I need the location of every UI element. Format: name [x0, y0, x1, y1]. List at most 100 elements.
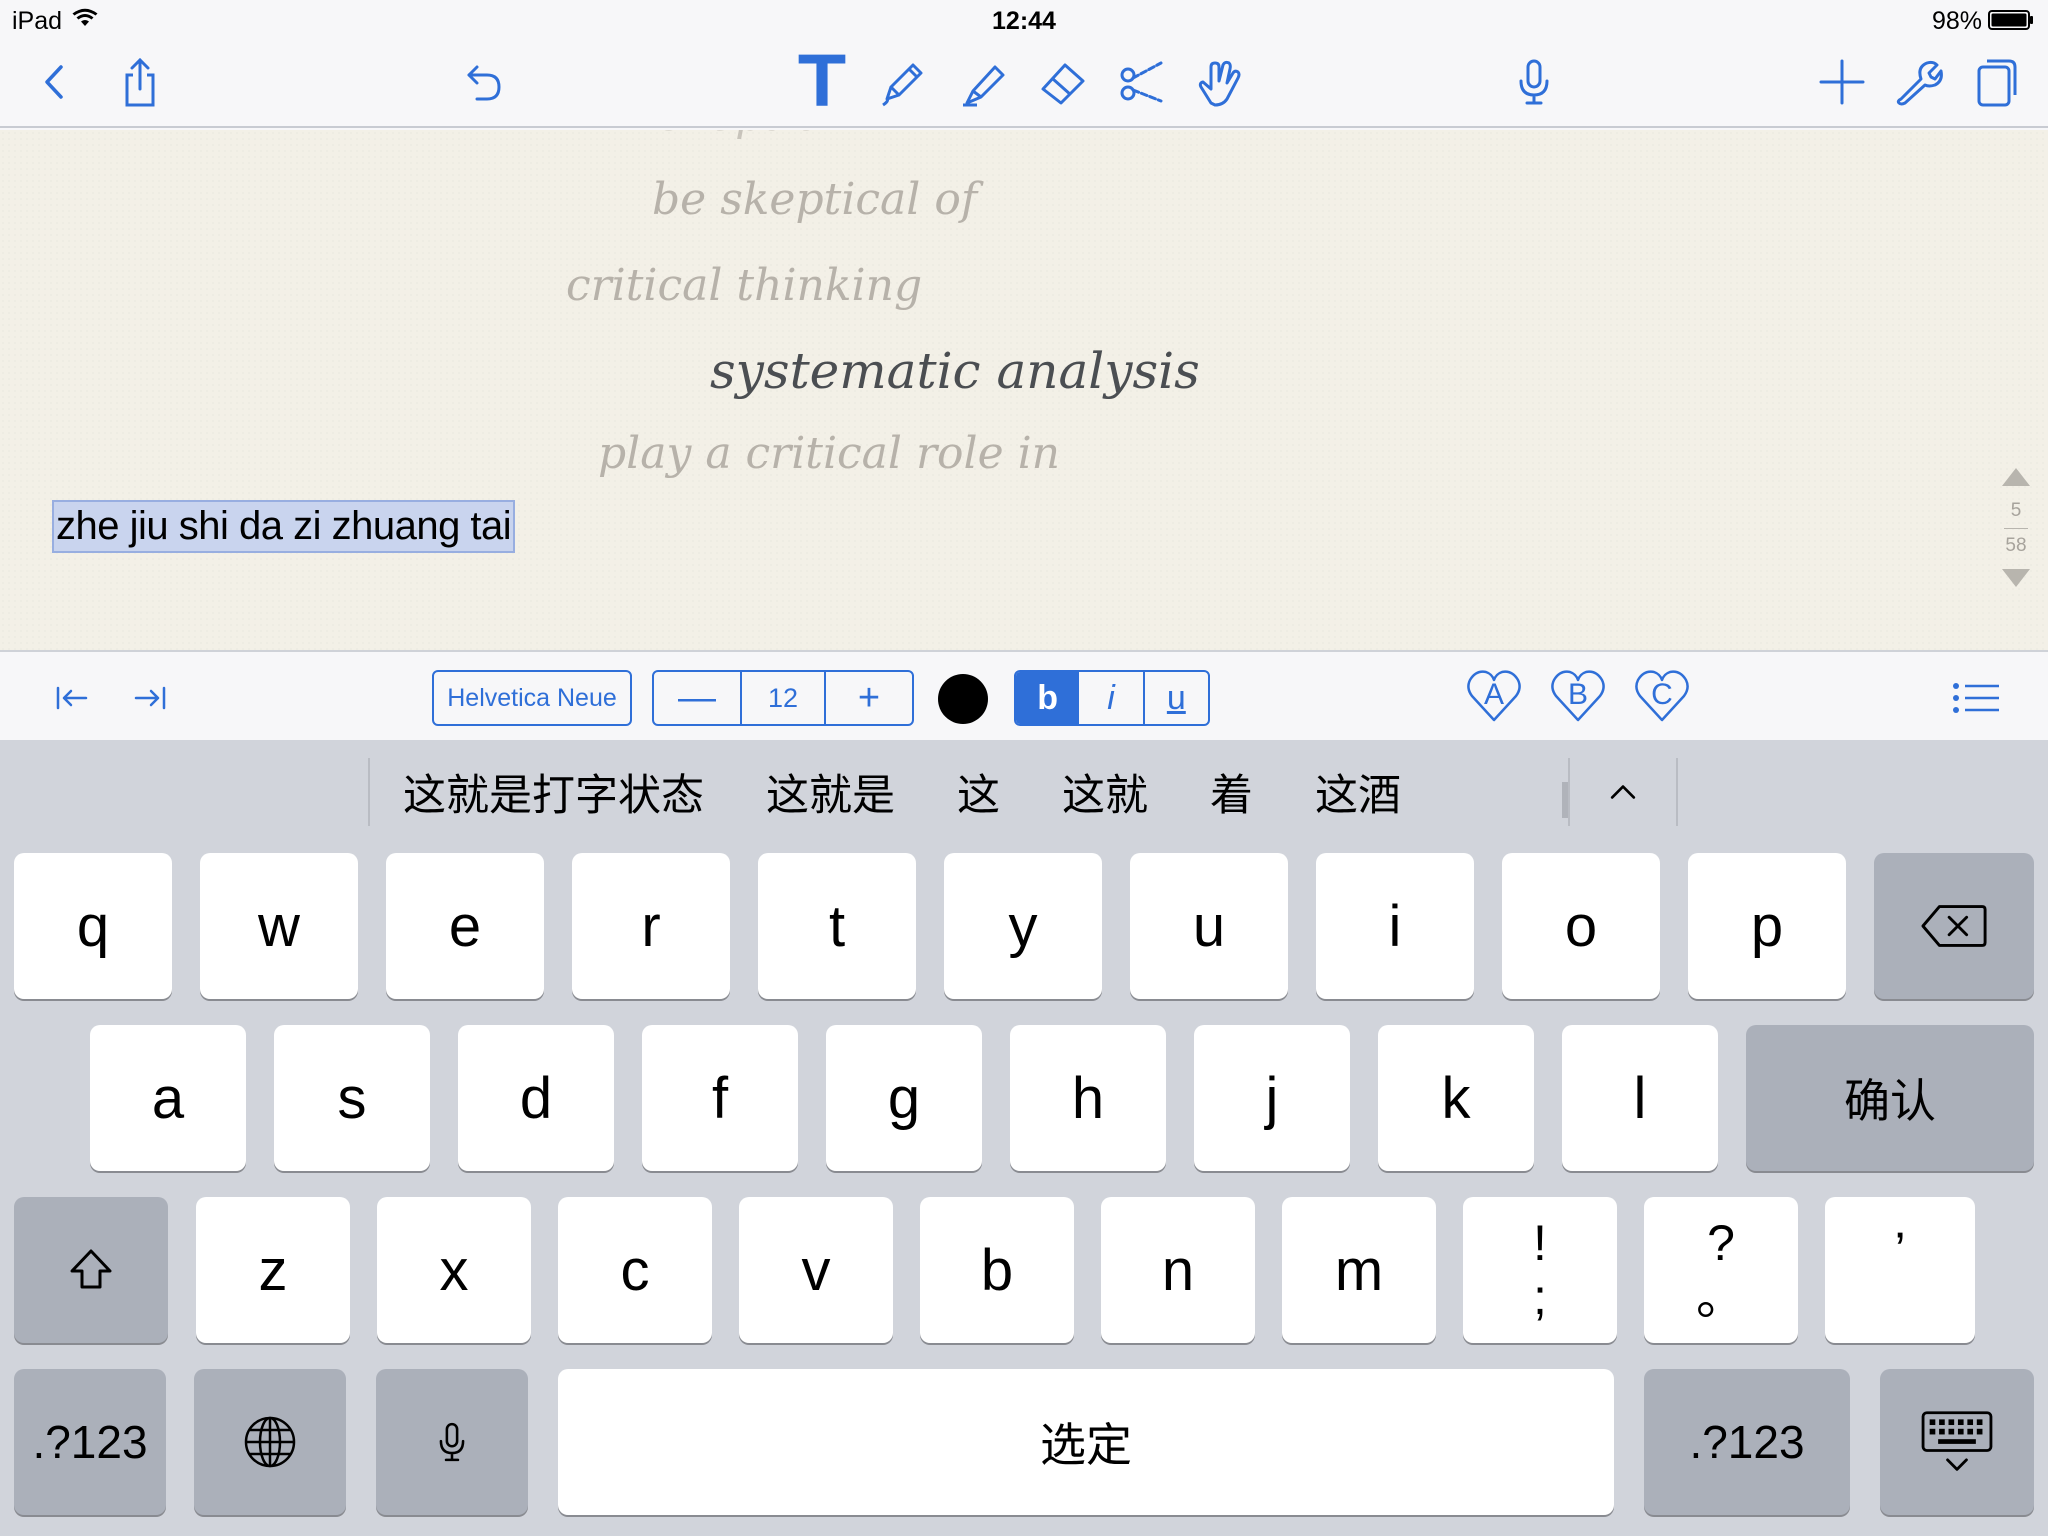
chevron-up-icon — [1610, 785, 1636, 799]
pen-icon[interactable] — [872, 52, 932, 112]
key-exclaim-semicolon[interactable]: ! ; — [1463, 1197, 1617, 1343]
key-h[interactable]: h — [1010, 1025, 1166, 1171]
space-key[interactable]: 选定 — [558, 1369, 1614, 1515]
font-size-stepper: — 12 + — [652, 670, 914, 726]
candidate-bar: 这就是打字状态 这就是 这 这就 着 这酒 — [0, 740, 2048, 844]
backspace-icon — [1921, 905, 1987, 947]
shift-key[interactable] — [14, 1197, 168, 1343]
candidate[interactable]: 这就 — [1031, 761, 1179, 823]
candidate[interactable]: 这酒 — [1284, 761, 1432, 823]
key-q[interactable]: q — [14, 853, 172, 999]
total-pages: 58 — [2005, 535, 2027, 556]
key-primary: ! — [1533, 1215, 1547, 1271]
key-apostrophe[interactable]: ’ — [1825, 1197, 1975, 1343]
font-size-value: 12 — [740, 672, 826, 724]
handwriting-line: be skeptical of — [652, 174, 978, 225]
indent-icon[interactable] — [122, 670, 178, 726]
key-c[interactable]: c — [558, 1197, 712, 1343]
pages-icon[interactable] — [1966, 52, 2026, 112]
candidate[interactable]: 着 — [1179, 761, 1284, 823]
key-y[interactable]: y — [944, 853, 1102, 999]
decrease-size-button[interactable]: — — [654, 672, 740, 724]
key-question-period[interactable]: ? 。 — [1644, 1197, 1798, 1343]
microphone-icon[interactable] — [1504, 52, 1564, 112]
highlighter-icon[interactable] — [952, 52, 1012, 112]
globe-key[interactable] — [194, 1369, 346, 1515]
note-canvas[interactable]: skeptic be skeptical of critical thinkin… — [0, 130, 2048, 650]
key-b[interactable]: b — [920, 1197, 1074, 1343]
key-d[interactable]: d — [458, 1025, 614, 1171]
delete-key[interactable] — [1874, 853, 2034, 999]
eraser-icon[interactable] — [1032, 52, 1092, 112]
font-picker[interactable]: Helvetica Neue — [432, 670, 632, 726]
favorite-style-a[interactable]: A — [1464, 666, 1524, 726]
battery-icon — [1988, 10, 2033, 30]
undo-icon[interactable] — [452, 52, 512, 112]
key-s[interactable]: s — [274, 1025, 430, 1171]
key-w[interactable]: w — [200, 853, 358, 999]
back-icon[interactable] — [24, 52, 84, 112]
list-icon[interactable] — [1948, 670, 2004, 726]
handwriting-fragment: skeptic — [660, 130, 820, 141]
candidate-list: 这就是打字状态 这就是 这 这就 着 这酒 — [372, 740, 1568, 844]
key-j[interactable]: j — [1194, 1025, 1350, 1171]
page-navigator: 5 58 — [1994, 468, 2038, 587]
hand-icon[interactable] — [1190, 52, 1250, 112]
favorite-label: C — [1651, 678, 1673, 711]
bold-toggle[interactable]: b — [1016, 672, 1080, 724]
hide-keyboard-key[interactable] — [1880, 1369, 2034, 1515]
candidate[interactable]: 这就是 — [735, 761, 926, 823]
key-z[interactable]: z — [196, 1197, 350, 1343]
typed-text-selection[interactable]: zhe jiu shi da zi zhuang tai — [52, 500, 516, 553]
key-v[interactable]: v — [739, 1197, 893, 1343]
globe-icon — [244, 1416, 296, 1468]
key-a[interactable]: a — [90, 1025, 246, 1171]
shift-icon — [70, 1249, 112, 1289]
key-f[interactable]: f — [642, 1025, 798, 1171]
key-primary: ? — [1707, 1215, 1735, 1271]
key-m[interactable]: m — [1282, 1197, 1436, 1343]
favorite-style-b[interactable]: B — [1548, 666, 1608, 726]
numbers-key-right[interactable]: .?123 — [1644, 1369, 1850, 1515]
key-r[interactable]: r — [572, 853, 730, 999]
numbers-key-left[interactable]: .?123 — [14, 1369, 166, 1515]
key-secondary: ; — [1533, 1269, 1547, 1325]
page-up-icon[interactable] — [2002, 468, 2030, 486]
key-l[interactable]: l — [1562, 1025, 1718, 1171]
text-color-swatch[interactable] — [938, 674, 988, 724]
key-primary: ’ — [1894, 1222, 1906, 1278]
expand-candidates-button[interactable] — [1568, 758, 1678, 826]
keyboard-dismiss-icon — [1921, 1411, 1993, 1471]
add-icon[interactable] — [1812, 52, 1872, 112]
key-p[interactable]: p — [1688, 853, 1846, 999]
scissors-icon[interactable] — [1112, 52, 1172, 112]
candidate[interactable]: 这 — [926, 761, 1031, 823]
key-n[interactable]: n — [1101, 1197, 1255, 1343]
page-down-icon[interactable] — [2002, 569, 2030, 587]
key-i[interactable]: i — [1316, 853, 1474, 999]
candidate[interactable]: 这就是打字状态 — [372, 761, 735, 823]
share-icon[interactable] — [110, 52, 170, 112]
favorite-style-c[interactable]: C — [1632, 666, 1692, 726]
increase-size-button[interactable]: + — [826, 672, 912, 724]
key-e[interactable]: e — [386, 853, 544, 999]
handwriting-line: play a critical role in — [598, 428, 1060, 479]
key-t[interactable]: t — [758, 853, 916, 999]
current-page: 5 — [2010, 500, 2022, 521]
outdent-icon[interactable] — [44, 670, 100, 726]
wrench-icon[interactable] — [1888, 52, 1948, 112]
key-k[interactable]: k — [1378, 1025, 1534, 1171]
italic-toggle[interactable]: i — [1079, 672, 1145, 724]
underline-toggle[interactable]: u — [1145, 672, 1208, 724]
key-g[interactable]: g — [826, 1025, 982, 1171]
dictation-key[interactable] — [376, 1369, 528, 1515]
favorite-label: A — [1483, 678, 1504, 711]
key-o[interactable]: o — [1502, 853, 1660, 999]
top-toolbar — [0, 40, 2048, 128]
key-u[interactable]: u — [1130, 853, 1288, 999]
key-x[interactable]: x — [377, 1197, 531, 1343]
favorite-label: B — [1567, 678, 1588, 711]
text-tool-icon[interactable] — [792, 48, 852, 108]
handwriting-line: systematic analysis — [710, 342, 1200, 400]
confirm-key[interactable]: 确认 — [1746, 1025, 2034, 1171]
